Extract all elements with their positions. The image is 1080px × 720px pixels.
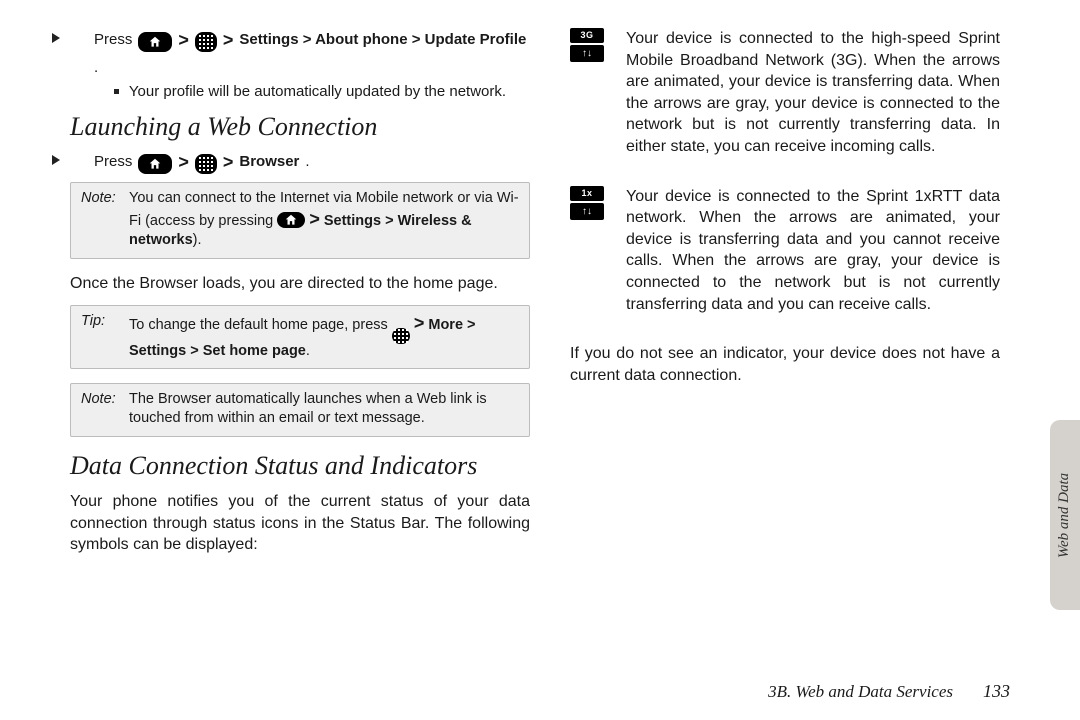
note-label: Note: [81,189,121,250]
paragraph-no-indicator: If you do not see an indicator, your dev… [570,343,1000,386]
tip-body: To change the default home page, press >… [129,312,519,361]
tip-box-homepage: Tip: To change the default home page, pr… [70,305,530,370]
square-bullet-icon [114,89,119,94]
step-update-profile: Press > > Settings > About phone > Updat… [70,28,530,79]
arrows-icon: ↑↓ [570,45,604,62]
tip-label: Tip: [81,312,121,361]
left-column: Press > > Settings > About phone > Updat… [70,28,530,566]
nav-path: Settings > About phone > Update Profile [239,30,526,50]
paragraph-status-intro: Your phone notifies you of the current s… [70,491,530,556]
home-button-icon [277,212,305,228]
paragraph-browser-home: Once the Browser loads, you are directed… [70,273,530,295]
note-label: Note: [81,390,121,428]
step-prefix: Press [94,152,132,172]
apps-grid-icon [392,328,410,344]
indicator-1x-text: Your device is connected to the Sprint 1… [626,186,1000,316]
bullet-triangle-icon [52,33,60,43]
chapter-tab-label: Web and Data [1057,472,1074,557]
step-browser: Press > > Browser. [70,150,530,174]
apps-grid-icon [195,154,217,174]
indicator-3g-icon: 3G ↑↓ [570,28,604,158]
heading-status: Data Connection Status and Indicators [70,451,530,481]
nav-path: Browser [239,152,299,172]
bullet-triangle-icon [52,155,60,165]
home-button-icon [138,32,172,52]
step-prefix: Press [94,30,132,50]
chevron-icon: > [309,209,320,229]
arrows-icon: ↑↓ [570,203,604,220]
chapter-tab: Web and Data [1050,420,1080,610]
right-column: 3G ↑↓ Your device is connected to the hi… [570,28,1000,566]
note-body: You can connect to the Internet via Mobi… [129,189,519,250]
note-body: The Browser automatically launches when … [129,390,519,428]
apps-grid-icon [195,32,217,52]
sub-bullet: Your profile will be automatically updat… [114,83,530,100]
indicator-1x-icon: 1x ↑↓ [570,186,604,316]
indicator-1x-row: 1x ↑↓ Your device is connected to the Sp… [570,186,1000,316]
footer-section: 3B. Web and Data Services [768,682,953,702]
home-button-icon [138,154,172,174]
two-column-layout: Press > > Settings > About phone > Updat… [0,0,1080,566]
chevron-icon: > [223,28,234,52]
note-box-wifi: Note: You can connect to the Internet vi… [70,182,530,259]
page-number: 133 [983,681,1010,702]
page-footer: 3B. Web and Data Services 133 [768,681,1010,702]
chevron-icon: > [178,150,189,174]
chevron-icon: > [414,313,425,333]
indicator-3g-row: 3G ↑↓ Your device is connected to the hi… [570,28,1000,158]
indicator-3g-text: Your device is connected to the high-spe… [626,28,1000,158]
chevron-icon: > [178,28,189,52]
manual-page: Press > > Settings > About phone > Updat… [0,0,1080,720]
heading-launching: Launching a Web Connection [70,112,530,142]
chevron-icon: > [223,150,234,174]
note-box-autolaunch: Note: The Browser automatically launches… [70,383,530,437]
